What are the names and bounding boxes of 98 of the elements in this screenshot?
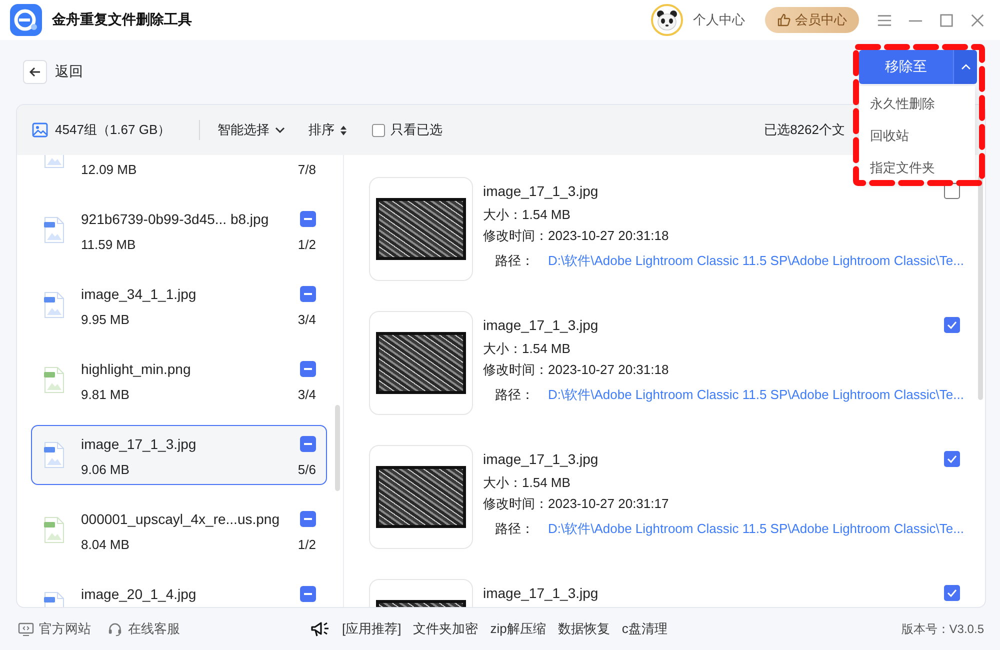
move-to-button[interactable]: 移除至 bbox=[859, 50, 953, 84]
file-size: 11.59 MB bbox=[81, 236, 136, 252]
modified-time: 修改时间：2023-10-27 20:31:17 bbox=[483, 495, 670, 513]
file-size: 9.81 MB bbox=[81, 386, 130, 402]
group-checkbox[interactable] bbox=[300, 286, 316, 302]
group-checkbox[interactable] bbox=[300, 211, 316, 227]
file-group-item[interactable]: 000001_upscayl_4x_re...us.png 8.04 MB 1/2 bbox=[31, 500, 327, 560]
file-checkbox[interactable] bbox=[944, 451, 960, 467]
menu-item[interactable]: 回收站 bbox=[859, 120, 975, 152]
close-icon[interactable] bbox=[970, 12, 985, 28]
file-path-link[interactable]: D:\软件\Adobe Lightroom Classic 11.5 SP\Adobe Lightroom Classic\Te... bbox=[548, 520, 964, 538]
image-file-icon bbox=[44, 292, 64, 318]
file-size: 8.04 MB bbox=[81, 536, 130, 552]
selected-ratio: 7/8 bbox=[298, 162, 316, 176]
path-label: 路径： bbox=[495, 252, 534, 270]
file-size: 大小：1.54 MB bbox=[483, 340, 572, 358]
promo-link[interactable]: 数据恢复 bbox=[558, 620, 610, 638]
scrollbar-thumb[interactable] bbox=[978, 175, 983, 400]
menu-item[interactable]: 指定文件夹 bbox=[859, 152, 975, 184]
file-name: image_20_1_4.jpg bbox=[81, 586, 196, 602]
selected-ratio: 3/4 bbox=[298, 312, 316, 326]
menu-item[interactable]: 永久性删除 bbox=[859, 88, 975, 120]
file-group-item[interactable]: image_20_1_4.jpg bbox=[31, 575, 327, 607]
chevron-icon bbox=[960, 64, 970, 70]
thumbs-up-icon bbox=[777, 13, 791, 27]
scrollbar-thumb[interactable] bbox=[335, 405, 340, 491]
monitor-icon bbox=[18, 622, 34, 636]
menu-icon[interactable] bbox=[877, 12, 892, 28]
headset-icon bbox=[107, 622, 123, 636]
file-name: 921b6739-0b99-3d45... b8.jpg bbox=[81, 211, 269, 227]
only-selected-label[interactable]: 只看已选 bbox=[390, 121, 443, 139]
promo-link[interactable]: c盘清理 bbox=[622, 620, 668, 638]
version-label: 版本号：V3.0.5 bbox=[901, 620, 984, 638]
sort-icon bbox=[340, 124, 347, 136]
window-title: 金舟重复文件删除工具 bbox=[52, 11, 192, 29]
file-name: image_34_1_1.jpg bbox=[81, 286, 196, 302]
selected-ratio: 5/6 bbox=[298, 462, 316, 476]
promo-link[interactable]: 文件夹加密 bbox=[413, 620, 478, 638]
file-path-link[interactable]: D:\软件\Adobe Lightroom Classic 11.5 SP\Adobe Lightroom Classic\Te... bbox=[548, 386, 964, 404]
group-summary: 4547组（1.67 GB） bbox=[55, 121, 171, 139]
thumbnail-tile[interactable] bbox=[369, 177, 473, 281]
group-checkbox[interactable] bbox=[300, 361, 316, 377]
footer-link[interactable]: 官方网站 bbox=[39, 620, 91, 638]
file-name: image_17_1_3.jpg bbox=[483, 317, 598, 333]
file-name: image_17_1_3.jpg bbox=[483, 451, 598, 467]
promo-label: [应用推荐] bbox=[342, 620, 402, 638]
file-size: 9.95 MB bbox=[81, 312, 130, 326]
footer-link[interactable]: 在线客服 bbox=[128, 620, 180, 638]
file-size: 12.09 MB bbox=[81, 162, 137, 176]
path-label: 路径： bbox=[495, 386, 534, 404]
selected-ratio: 1/2 bbox=[298, 236, 316, 252]
sort-button[interactable]: 排序 bbox=[308, 121, 347, 139]
group-checkbox[interactable] bbox=[300, 586, 316, 602]
user-center-link[interactable]: 个人中心 bbox=[693, 11, 745, 29]
image-file-icon bbox=[44, 517, 64, 543]
smart-select-dropdown[interactable]: 智能选择 bbox=[218, 121, 285, 139]
image-icon bbox=[32, 122, 48, 138]
modified-time: 修改时间：2023-10-27 20:31:18 bbox=[483, 361, 670, 379]
image-file-icon bbox=[44, 367, 64, 393]
left-arrow-icon bbox=[29, 66, 41, 78]
file-name: image_17_1_3.jpg bbox=[483, 183, 598, 199]
vip-center-button[interactable]: 会员中心 bbox=[765, 7, 859, 33]
file-name: image_17_1_3.jpg bbox=[483, 585, 598, 601]
selected-ratio: 1/2 bbox=[298, 536, 316, 552]
file-group-item[interactable]: image_17_1_3.jpg 9.06 MB 5/6 bbox=[31, 425, 327, 485]
file-group-item[interactable]: highlight_min.png 9.81 MB 3/4 bbox=[31, 350, 327, 410]
group-checkbox[interactable] bbox=[300, 436, 316, 452]
file-size: 大小：1.54 MB bbox=[483, 474, 572, 492]
group-checkbox[interactable] bbox=[300, 511, 316, 527]
selected-count: 已选8262个文 bbox=[764, 121, 845, 139]
megaphone-icon bbox=[310, 620, 330, 638]
promo-link[interactable]: zip解压缩 bbox=[490, 620, 546, 638]
thumbnail-tile[interactable] bbox=[369, 311, 473, 415]
modified-time: 修改时间：2023-10-27 20:31:18 bbox=[483, 227, 670, 245]
image-file-icon bbox=[44, 217, 64, 243]
file-size: 大小：1.54 MB bbox=[483, 206, 572, 224]
file-group-item[interactable]: 921b6739-0b99-3d45... b8.jpg 11.59 MB 1/2 bbox=[31, 200, 327, 260]
only-selected-checkbox[interactable] bbox=[372, 124, 385, 136]
app-logo-icon bbox=[10, 4, 42, 36]
back-button[interactable] bbox=[23, 60, 47, 84]
back-label[interactable]: 返回 bbox=[55, 63, 83, 81]
maximize-icon[interactable] bbox=[939, 12, 954, 28]
panda-avatar-icon[interactable] bbox=[651, 4, 683, 36]
file-name: 000001_upscayl_4x_re...us.png bbox=[81, 511, 280, 527]
file-checkbox[interactable] bbox=[944, 317, 960, 333]
file-group-item[interactable]: image_34_1_1.jpg 9.95 MB 3/4 bbox=[31, 275, 327, 335]
file-name: highlight_min.png bbox=[81, 361, 191, 377]
file-size: 9.06 MB bbox=[81, 462, 130, 476]
path-label: 路径： bbox=[495, 520, 534, 538]
dropdown-toggle-button[interactable] bbox=[953, 50, 977, 84]
file-name: image_17_1_3.jpg bbox=[81, 436, 196, 452]
file-path-link[interactable]: D:\软件\Adobe Lightroom Classic 11.5 SP\Adobe Lightroom Classic\Te... bbox=[548, 252, 964, 270]
file-checkbox[interactable] bbox=[944, 585, 960, 601]
file-group-item[interactable]: 12.09 MB 7/8 bbox=[31, 155, 327, 185]
image-file-icon bbox=[44, 442, 64, 468]
chevron-down-icon bbox=[274, 127, 285, 133]
selected-ratio: 3/4 bbox=[298, 386, 316, 402]
thumbnail-tile[interactable] bbox=[369, 445, 473, 549]
